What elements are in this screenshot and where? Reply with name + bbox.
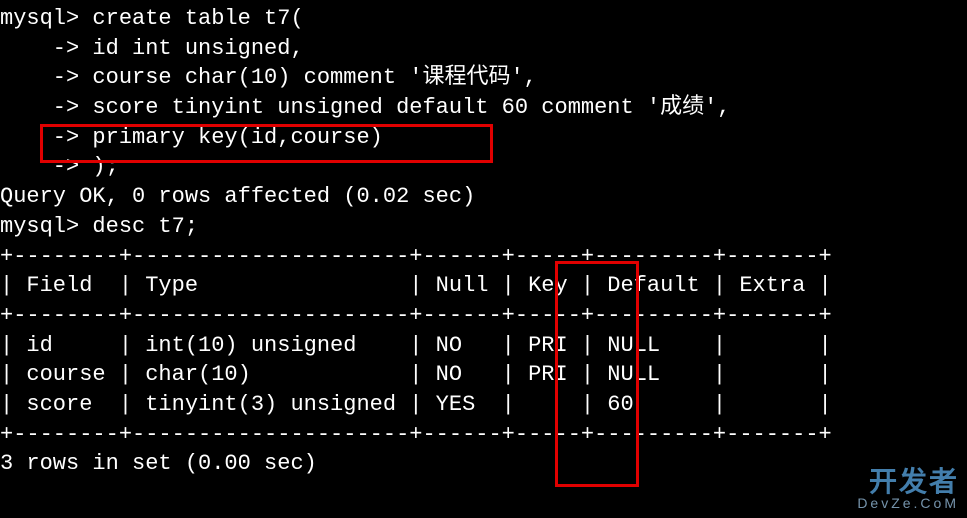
table-border: +--------+---------------------+------+-… [0, 301, 967, 331]
sql-line: -> course char(10) comment '课程代码', [0, 63, 967, 93]
sql-line: -> id int unsigned, [0, 34, 967, 64]
table-row: | course | char(10) | NO | PRI | NULL | … [0, 360, 967, 390]
query-ok: Query OK, 0 rows affected (0.02 sec) [0, 182, 967, 212]
watermark-line2: DevZe.CoM [857, 496, 959, 510]
sql-desc-command: mysql> desc t7; [0, 212, 967, 242]
table-border: +--------+---------------------+------+-… [0, 242, 967, 272]
table-row: | score | tinyint(3) unsigned | YES | | … [0, 390, 967, 420]
rows-in-set: 3 rows in set (0.00 sec) [0, 449, 967, 479]
sql-line: -> ); [0, 152, 967, 182]
table-header-row: | Field | Type | Null | Key | Default | … [0, 271, 967, 301]
terminal-output: mysql> create table t7( -> id int unsign… [0, 4, 967, 479]
sql-line: -> score tinyint unsigned default 60 com… [0, 93, 967, 123]
sql-line-primary-key: -> primary key(id,course) [0, 123, 967, 153]
table-border: +--------+---------------------+------+-… [0, 420, 967, 450]
table-row: | id | int(10) unsigned | NO | PRI | NUL… [0, 331, 967, 361]
sql-line: mysql> create table t7( [0, 4, 967, 34]
